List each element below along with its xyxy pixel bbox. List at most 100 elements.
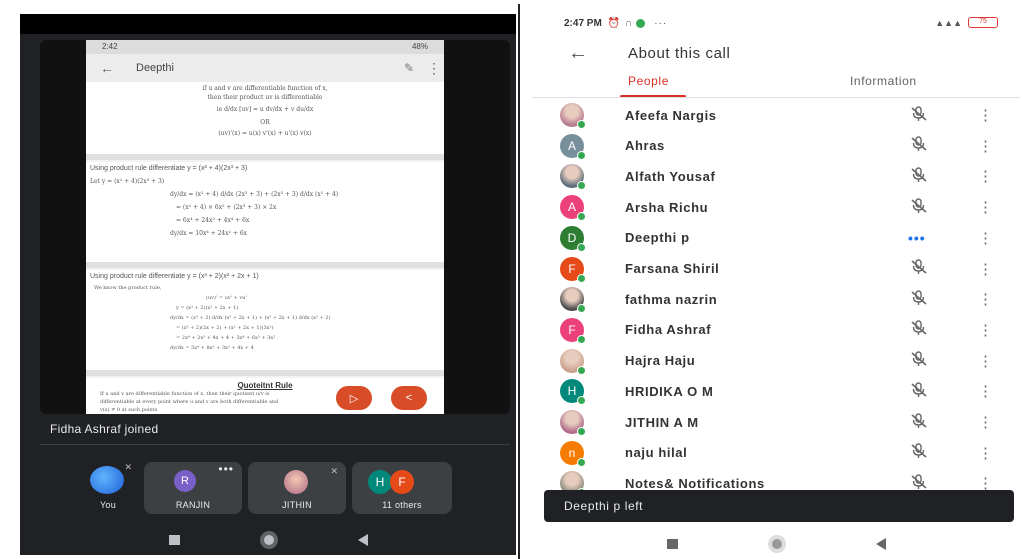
participant-name: Notes& Notifications	[625, 475, 765, 491]
card1-line: if u and v are differentiable function o…	[202, 85, 328, 92]
pencil-icon: ✎	[404, 61, 415, 75]
avatar-initial: H	[567, 384, 577, 399]
participant-name: Farsana Shiril	[625, 261, 720, 276]
play-button[interactable]: ▷	[336, 386, 372, 410]
recents-button[interactable]	[168, 534, 180, 545]
participant-name: Arsha Richu	[625, 199, 709, 215]
participant-row[interactable]: F Fidha Ashraf ⋮	[532, 315, 1020, 345]
card2-heading: Using product rule differentiate y = (x²…	[90, 165, 248, 172]
participant-row[interactable]: D Deepthi p ••• ⋮	[532, 223, 1020, 253]
avatar-initial: F	[568, 322, 576, 337]
participant-avatar: D	[560, 225, 586, 252]
join-notification: Fidha Ashraf joined	[50, 422, 159, 436]
online-indicator	[577, 304, 586, 314]
share-button[interactable]: <	[391, 386, 427, 410]
tile-jithin[interactable]: ✕ JITHIN	[248, 462, 346, 514]
back-arrow-icon[interactable]: ←	[568, 42, 592, 65]
home-button[interactable]	[767, 534, 786, 553]
tile-others[interactable]: H F 11 others	[352, 462, 452, 514]
participant-row[interactable]: A Arsha Richu ⋮	[532, 192, 1020, 222]
back-button[interactable]	[357, 533, 368, 546]
card2-line: = (x² + 4) × 6x² + (2x³ + 3) × 2x	[176, 204, 277, 211]
card2-line: Let y = (x² + 4)(2x³ + 3)	[90, 178, 165, 185]
back-button[interactable]	[875, 537, 886, 550]
online-indicator	[577, 242, 586, 252]
card1-line: ie d/dx [uv] = u dv/dx + v du/dx	[216, 106, 314, 113]
meet-call-screen: 2:42 48% ← Deepthi ✎ ⋮ if u and v are di…	[20, 14, 516, 555]
card4-line: v(x) ≠ 0 at such points	[100, 407, 158, 413]
participant-name: Afeefa Nargis	[625, 107, 717, 123]
avatar-initial: n	[568, 445, 576, 460]
tile-label-ranjin: RANJIN	[175, 500, 211, 510]
avatar-initial: A	[567, 200, 576, 215]
mic-off-icon	[910, 259, 928, 278]
online-indicator	[577, 120, 586, 129]
mic-off-icon	[910, 136, 928, 155]
avatar-initial: D	[567, 230, 577, 245]
mic-off-icon: ✕	[124, 462, 132, 472]
tile-you[interactable]: ✕ You	[78, 462, 138, 514]
participant-row[interactable]: n naju hilal ⋮	[532, 438, 1020, 468]
participant-row[interactable]: Afeefa Nargis ⋮	[532, 100, 1020, 130]
signal-icon: ▲▲▲	[935, 17, 962, 28]
participant-row[interactable]: Alfath Yousaf ⋮	[532, 161, 1020, 191]
card3-line: y = (x³ + 2)(x² + 2x + 1)	[176, 305, 239, 311]
participant-row[interactable]: F Farsana Shiril ⋮	[532, 254, 1020, 284]
participant-name: naju hilal	[625, 445, 688, 461]
more-options-icon[interactable]: ⋮	[978, 413, 993, 431]
screenshot-root: 2:42 48% ← Deepthi ✎ ⋮ if u and v are di…	[0, 0, 1022, 559]
home-button[interactable]	[259, 530, 278, 549]
mic-off-icon	[910, 412, 928, 432]
tile-label-you: You	[99, 500, 117, 510]
tab-people[interactable]: People	[628, 74, 669, 88]
more-options-icon[interactable]: ⋮	[978, 137, 993, 155]
participant-row[interactable]: fathma nazrin ⋮	[532, 284, 1020, 314]
more-options-icon[interactable]: ⋮	[978, 167, 993, 185]
tab-information[interactable]: Information	[850, 74, 917, 88]
participant-row[interactable]: JITHIN A M ⋮	[532, 407, 1020, 437]
more-options-icon[interactable]: ⋮	[978, 382, 993, 400]
tile-ranjin[interactable]: R ••• RANJIN	[144, 462, 242, 514]
card3-line: dy/dx = (x³ + 2) d/dx (x² + 2x + 1) + (x…	[170, 315, 331, 321]
android-nav-bar	[20, 524, 516, 555]
participant-row[interactable]: A Ahras ⋮	[532, 131, 1020, 161]
card1-line: (uv)'(x) = u(x) v'(x) + u'(x) v(x)	[218, 130, 312, 137]
more-options-icon[interactable]: ⋮	[978, 321, 993, 339]
mic-off-icon	[910, 443, 928, 462]
top-bar	[20, 14, 516, 34]
participant-name: Hajra Haju	[625, 353, 696, 369]
participant-name: Fidha Ashraf	[625, 322, 712, 338]
participant-avatar	[560, 287, 586, 314]
online-indicator	[577, 273, 586, 283]
more-options-icon[interactable]: ⋮	[978, 352, 993, 370]
tile-label-jithin: JITHIN	[282, 500, 312, 510]
participant-avatar	[560, 348, 586, 375]
mic-off-icon: ✕	[330, 466, 338, 476]
more-options-icon[interactable]: ⋮	[978, 260, 993, 278]
more-options-icon[interactable]: ⋮	[978, 198, 993, 216]
participant-avatar: n	[560, 440, 586, 467]
panel-separator	[518, 4, 520, 559]
card3-heading: Using product rule differentiate y = (x³…	[90, 273, 259, 280]
more-options-icon[interactable]: ⋮	[978, 290, 993, 308]
online-indicator	[577, 365, 586, 375]
more-options-icon[interactable]: ⋮	[978, 229, 993, 247]
avatar-initial: A	[567, 138, 576, 153]
status-time: 2:47 PM	[564, 17, 602, 29]
status-icons: ⏰ ∩	[607, 17, 634, 29]
recents-button[interactable]	[666, 538, 678, 549]
card1-line: then their product uv is differentiable	[207, 94, 323, 101]
more-options-icon[interactable]: ⋮	[978, 106, 993, 124]
avatar-f: F	[390, 470, 414, 494]
android-nav-bar	[532, 528, 1020, 559]
participant-name: fathma nazrin	[625, 291, 718, 307]
participant-avatar: A	[560, 133, 586, 160]
avatar-h: H	[368, 470, 392, 494]
divider	[40, 444, 510, 445]
participant-row[interactable]: Hajra Haju ⋮	[532, 346, 1020, 376]
note-card-product-rule: if u and v are differentiable function o…	[86, 82, 444, 160]
participant-row[interactable]: H HRIDIKA O M ⋮	[532, 376, 1020, 406]
shared-status-battery: 48%	[411, 42, 428, 51]
more-options-icon[interactable]: ⋮	[978, 444, 993, 462]
more-icon[interactable]: •••	[218, 462, 234, 476]
